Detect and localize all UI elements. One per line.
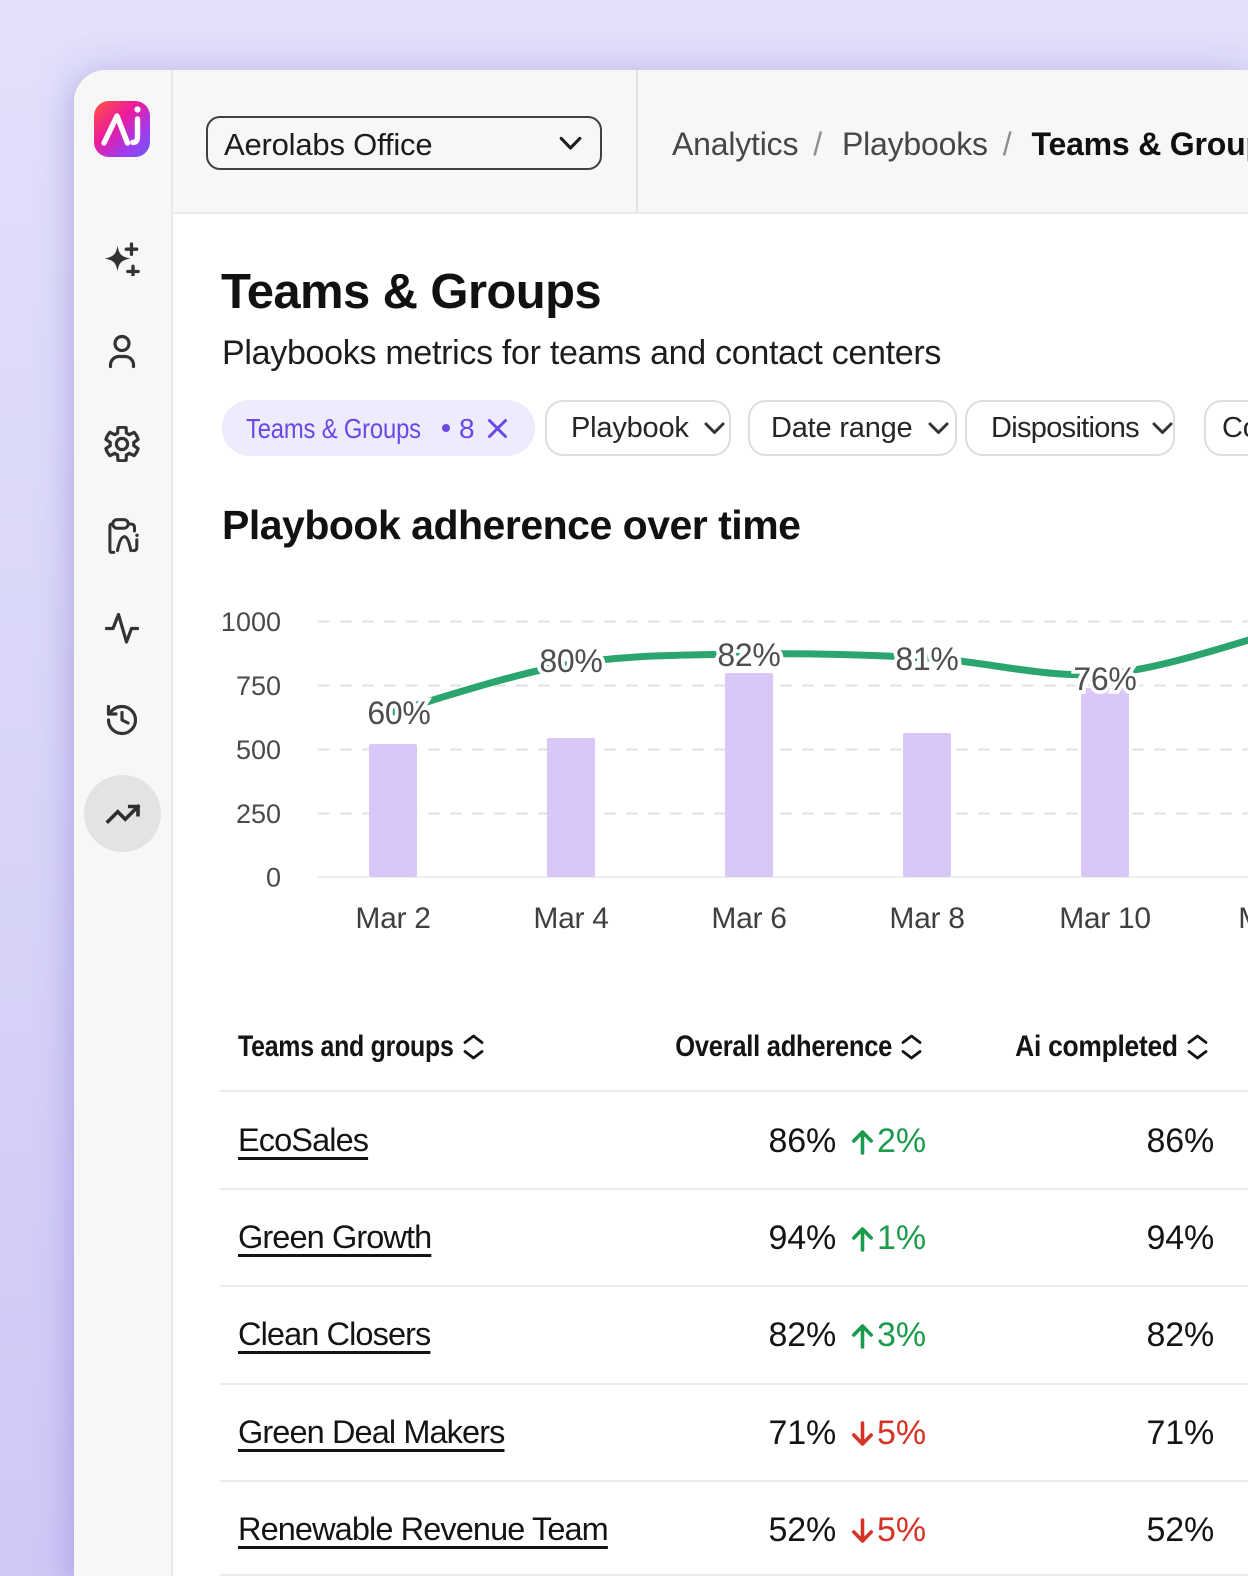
svg-text:81%: 81% (895, 641, 958, 677)
svg-text:Mar 2: Mar 2 (355, 902, 430, 935)
svg-text:82%: 82% (717, 637, 780, 673)
svg-text:Mar 12: Mar 12 (1238, 902, 1248, 935)
svg-text:60%: 60% (367, 695, 430, 731)
svg-text:250: 250 (236, 799, 281, 829)
svg-text:750: 750 (236, 671, 281, 701)
svg-text:Mar 4: Mar 4 (533, 902, 608, 935)
svg-text:1000: 1000 (221, 607, 281, 637)
svg-text:80%: 80% (539, 643, 602, 679)
svg-text:76%: 76% (1073, 661, 1136, 697)
svg-text:0: 0 (266, 863, 281, 893)
svg-text:Mar 6: Mar 6 (711, 902, 786, 935)
svg-text:Mar 8: Mar 8 (889, 902, 964, 935)
svg-text:Mar 10: Mar 10 (1059, 902, 1151, 935)
svg-text:500: 500 (236, 735, 281, 765)
